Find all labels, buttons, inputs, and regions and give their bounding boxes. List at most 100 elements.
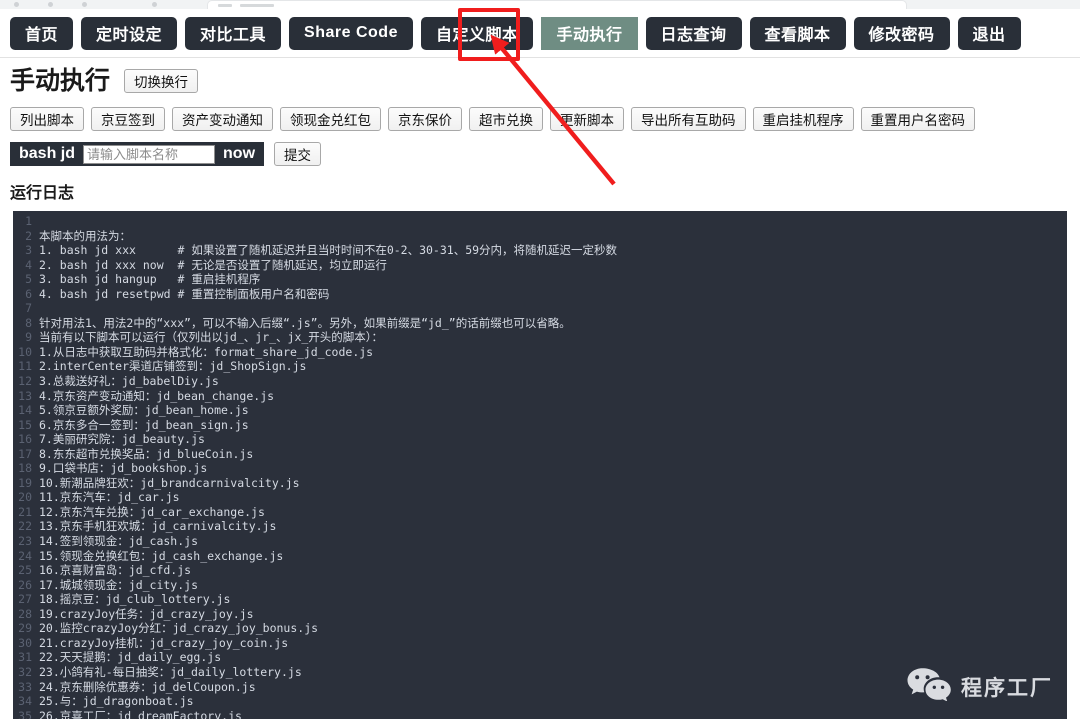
btn-jingdou-signin[interactable]: 京豆签到: [91, 107, 165, 131]
log-line-number: 23: [18, 534, 32, 549]
log-line-text: 19.crazyJoy任务：jd_crazy_joy.js: [39, 606, 254, 621]
nav-share-code[interactable]: Share Code: [289, 16, 413, 50]
nav-schedule[interactable]: 定时设定: [81, 16, 178, 50]
log-line-text: 4.京东资产变动通知：jd_bean_change.js: [39, 388, 275, 403]
btn-export-share-codes[interactable]: 导出所有互助码: [631, 107, 746, 131]
log-line: 29 20.监控crazyJoy分红：jd_crazy_joy_bonus.js: [13, 621, 1067, 636]
log-line-number: 16: [18, 432, 32, 447]
nav-logout[interactable]: 退出: [957, 16, 1021, 50]
log-line: 6 4. bash jd resetpwd # 重置控制面板用户名和密码: [13, 287, 1067, 302]
log-line: 2 本脚本的用法为：: [13, 229, 1067, 244]
log-line-text: 25.与：jd_dragonboat.js: [39, 694, 194, 709]
log-line-number: 12: [18, 374, 32, 389]
log-line-text: 6.京东多合一签到：jd_bean_sign.js: [39, 417, 249, 432]
nav-list: 首页 定时设定 对比工具 Share Code 自定义脚本 手动执行 日志查询 查看脚本 修改密…: [0, 9, 1080, 57]
btn-list-scripts[interactable]: 列出脚本: [10, 107, 84, 131]
log-line-number: 11: [18, 359, 32, 374]
log-line: 7: [13, 301, 1067, 316]
log-line-text: 2. bash jd xxx now # 无论是否设置了随机延迟，均立即运行: [39, 257, 387, 272]
btn-reset-credentials[interactable]: 重置用户名密码: [860, 107, 975, 131]
log-line: 19 10.新潮品牌狂欢：jd_brandcarnivalcity.js: [13, 476, 1067, 491]
log-line-number: 1: [25, 214, 32, 228]
nav-compare[interactable]: 对比工具: [185, 16, 282, 50]
log-line: 26 17.城城领现金：jd_city.js: [13, 578, 1067, 593]
nav-custom-script[interactable]: 自定义脚本: [420, 16, 534, 50]
nav-view-script[interactable]: 查看脚本: [749, 16, 846, 50]
wechat-icon: [906, 667, 952, 706]
log-line-number: 13: [18, 388, 32, 403]
btn-cash-to-redpacket[interactable]: 领现金兑红包: [280, 107, 381, 131]
command-bar-row: bash jd now 提交: [0, 131, 1080, 166]
log-line-text: 10.新潮品牌狂欢：jd_brandcarnivalcity.js: [39, 475, 300, 490]
browser-forward-icon[interactable]: [48, 2, 53, 7]
log-line-text: 2.interCenter渠道店铺签到：jd_ShopSign.js: [39, 359, 307, 374]
log-line-text: 18.摇京豆：jd_club_lottery.js: [39, 592, 231, 607]
log-line: 28 19.crazyJoy任务：jd_crazy_joy.js: [13, 607, 1067, 622]
browser-reload-icon[interactable]: [82, 2, 87, 7]
log-line-text: 23.小鸽有礼-每日抽奖：jd_daily_lottery.js: [39, 664, 302, 679]
btn-update-scripts[interactable]: 更新脚本: [550, 107, 624, 131]
log-line-number: 28: [18, 606, 32, 621]
log-line-text: 14.签到领现金：jd_cash.js: [39, 534, 199, 549]
log-line: 10 1.从日志中获取互助码并格式化：format_share_jd_code.j…: [13, 345, 1067, 360]
script-name-input[interactable]: [83, 144, 216, 164]
log-line-number: 10: [18, 344, 32, 359]
log-line-text: 当前有以下脚本可以运行（仅列出以jd_、jr_、jx_开头的脚本）：: [39, 330, 384, 345]
log-line-text: 20.监控crazyJoy分红：jd_crazy_joy_bonus.js: [39, 621, 319, 636]
command-bar: bash jd now: [10, 142, 265, 166]
log-line-number: 20: [18, 490, 32, 505]
log-line: 1: [13, 214, 1067, 229]
log-line-number: 5: [25, 272, 32, 287]
page-info-icon: [218, 4, 232, 7]
browser-bookmark-icon[interactable]: [152, 2, 157, 7]
log-line-text: 1. bash jd xxx # 如果设置了随机延迟并且当时时间不在0-2、30…: [39, 243, 618, 258]
log-line-number: 6: [25, 286, 32, 301]
log-line-number: 30: [18, 635, 32, 650]
log-line-text: 26.京喜工厂：jd_dreamFactory.js: [39, 708, 242, 719]
nav-log-query[interactable]: 日志查询: [645, 16, 742, 50]
quick-script-button-row: 列出脚本 京豆签到 资产变动通知 领现金兑红包 京东保价 超市兑换 更新脚本 导出所有互助码重…: [0, 96, 1080, 131]
submit-button[interactable]: 提交: [274, 142, 322, 166]
log-line: 13 4.京东资产变动通知：jd_bean_change.js: [13, 389, 1067, 404]
watermark: 程序工厂: [906, 667, 1053, 706]
log-line-text: 1.从日志中获取互助码并格式化：format_share_jd_code.js: [39, 344, 374, 359]
log-line: 27 18.摇京豆：jd_club_lottery.js: [13, 592, 1067, 607]
log-line-number: 31: [18, 650, 32, 665]
log-line-text: 7.美丽研究院：jd_beauty.js: [39, 432, 205, 447]
watermark-text: 程序工厂: [961, 676, 1053, 700]
log-line: 20 11.京东汽车：jd_car.js: [13, 490, 1067, 505]
log-line-number: 33: [18, 679, 32, 694]
btn-restart-hangup[interactable]: 重启挂机程序: [752, 107, 854, 131]
page-title: 手动执行: [10, 67, 111, 95]
log-line-number: 19: [18, 475, 32, 490]
toggle-wrap-button[interactable]: 切换换行: [124, 69, 199, 93]
log-line-number: 8: [25, 315, 32, 330]
log-line-number: 4: [25, 257, 32, 272]
log-line-text: 13.京东手机狂欢城：jd_carnivalcity.js: [39, 519, 277, 534]
run-log-editor[interactable]: 1 2 本脚本的用法为： 3 1. bash jd xxx # 如果设置了随机延迟并且当…: [13, 211, 1067, 719]
btn-asset-change-notify[interactable]: 资产变动通知: [172, 107, 273, 131]
log-line-number: 25: [18, 563, 32, 578]
log-line: 21 12.京东汽车兑换：jd_car_exchange.js: [13, 505, 1067, 520]
btn-supermarket-exchange[interactable]: 超市兑换: [469, 107, 543, 131]
browser-address-bar[interactable]: [207, 0, 907, 9]
browser-back-icon[interactable]: [14, 2, 19, 7]
nav-change-password[interactable]: 修改密码: [853, 16, 950, 50]
log-line-number: 35: [18, 708, 32, 719]
log-line-text: 11.京东汽车：jd_car.js: [39, 490, 180, 505]
nav-manual-run[interactable]: 手动执行: [541, 16, 638, 50]
log-line-text: 22.天天提鹅：jd_daily_egg.js: [39, 650, 222, 665]
log-line-text: 16.京喜财富岛：jd_cfd.js: [39, 563, 192, 578]
log-line-text: 24.京东删除优惠券：jd_delCoupon.js: [39, 679, 256, 694]
log-line: 16 7.美丽研究院：jd_beauty.js: [13, 432, 1067, 447]
log-line-text: 9.口袋书店：jd_bookshop.js: [39, 461, 208, 476]
nav-home[interactable]: 首页: [10, 16, 74, 50]
top-navigation-bar: 首页 定时设定 对比工具 Share Code 自定义脚本 手动执行 日志查询 查看脚本 修改密…: [0, 9, 1080, 58]
log-line: 5 3. bash jd hangup # 重启挂机程序: [13, 272, 1067, 287]
log-line: 9 当前有以下脚本可以运行（仅列出以jd_、jr_、jx_开头的脚本）：: [13, 330, 1067, 345]
btn-jd-price-protect[interactable]: 京东保价: [388, 107, 462, 131]
log-line-number: 26: [18, 577, 32, 592]
log-line-number: 21: [18, 504, 32, 519]
command-prefix-label: bash jd: [19, 145, 76, 162]
log-line: 24 15.领现金兑换红包：jd_cash_exchange.js: [13, 549, 1067, 564]
